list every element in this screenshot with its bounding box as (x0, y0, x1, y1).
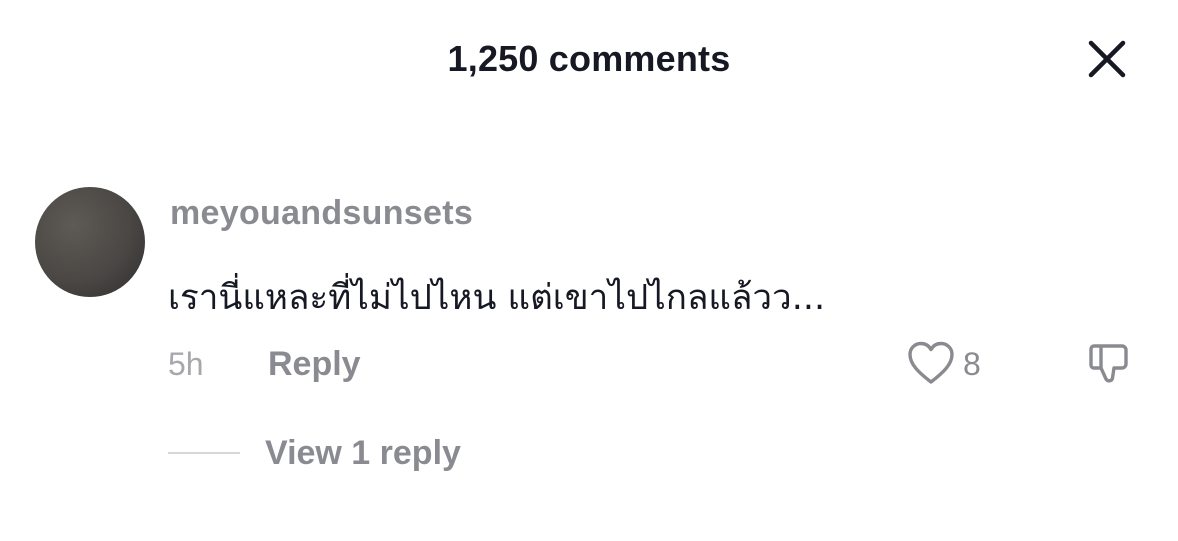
thumbs-down-icon (1089, 344, 1128, 383)
reply-button[interactable]: Reply (268, 345, 361, 384)
dislike-button[interactable] (1082, 336, 1136, 390)
avatar[interactable] (35, 187, 145, 297)
like-button[interactable] (904, 336, 958, 390)
view-replies-button[interactable]: View 1 reply (265, 434, 461, 473)
close-button[interactable] (1078, 30, 1136, 88)
comment-text: เรานี่แหละที่ไม่ไปไหน แต่เขาไปไกลแล้วว..… (168, 278, 826, 318)
comments-count-title: 1,250 comments (447, 38, 731, 79)
comment-timestamp: 5h (168, 346, 204, 382)
heart-outline-icon (908, 341, 954, 384)
replies-divider (168, 452, 240, 454)
like-count: 8 (963, 346, 981, 382)
comment-username[interactable]: meyouandsunsets (170, 194, 473, 233)
comments-sheet: 1,250 comments meyouandsunsets เรานี่แหล… (0, 0, 1178, 541)
close-icon (1088, 40, 1126, 78)
